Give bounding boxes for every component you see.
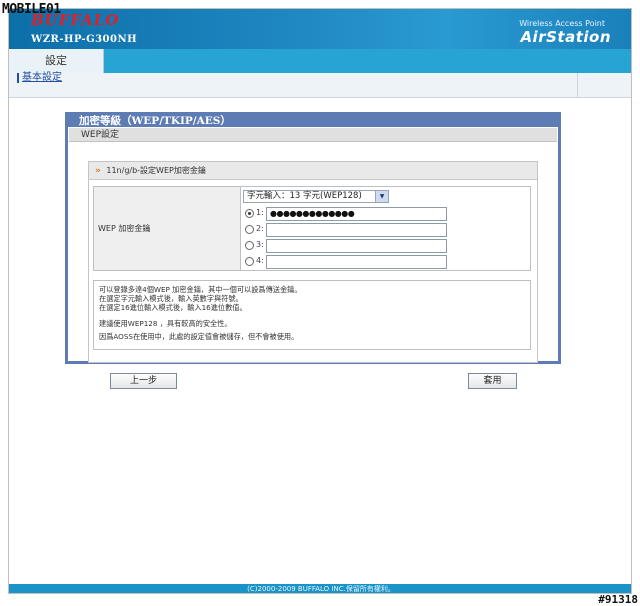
footer-copyright: (C)2000-2009 BUFFALO INC.保留所有權利。 xyxy=(9,584,631,593)
chevron-down-icon[interactable]: ▼ xyxy=(375,191,388,202)
key-3-input[interactable] xyxy=(266,239,447,253)
apply-button[interactable]: 套用 xyxy=(468,373,517,389)
product-logo: AirStation xyxy=(520,28,611,46)
note-line: 可以登錄多達4個WEP 加密金鑰，其中一個可以設爲傳送金鑰。 xyxy=(99,285,302,294)
subtab-basic-settings[interactable]: 基本設定 xyxy=(17,73,62,83)
section-title: 11n/g/b-設定WEP加密金鑰 xyxy=(106,166,206,175)
panel-body: WEP設定 » 11n/g/b-設定WEP加密金鑰 WEP 加密金鑰 字元輸入：… xyxy=(68,127,558,363)
panel-title: 加密等級（WEP/TKIP/AES） xyxy=(79,115,231,127)
browser-page: BUFFALO WZR-HP-G300NH Wireless Access Po… xyxy=(8,8,632,594)
encryption-panel: 加密等級（WEP/TKIP/AES） WEP設定 » 11n/g/b-設定WEP… xyxy=(65,112,561,364)
tab-settings[interactable]: 設定 xyxy=(9,49,104,73)
key-1-input[interactable]: ●●●●●●●●●●●●● xyxy=(266,207,447,221)
sub-tab-bar xyxy=(9,73,631,98)
watermark-logo: MOBILE01 xyxy=(2,2,61,17)
key-3-radio[interactable] xyxy=(245,241,254,250)
note-line: 在選定16進位輸入模式後，輸入16進位數值。 xyxy=(99,303,247,312)
key-2-radio[interactable] xyxy=(245,225,254,234)
wep-key-table: WEP 加密金鑰 字元輸入：13 字元(WEP128) ▼ 1: ●●●●●●●… xyxy=(93,186,531,271)
wep-settings-header: WEP設定 xyxy=(69,128,557,142)
chevron-double-right-icon: » xyxy=(95,166,101,176)
note-line: 因爲AOSS在使用中，此處的設定值會被儲存，但不會被使用。 xyxy=(99,332,299,341)
key-4-input[interactable] xyxy=(266,255,447,269)
key-4-label: 4: xyxy=(256,256,264,265)
key-2-label: 2: xyxy=(256,224,264,233)
header-banner: BUFFALO WZR-HP-G300NH Wireless Access Po… xyxy=(9,9,631,49)
wep-key-section: » 11n/g/b-設定WEP加密金鑰 WEP 加密金鑰 字元輸入：13 字元(… xyxy=(88,161,538,363)
back-button[interactable]: 上一步 xyxy=(110,373,177,389)
key-1-label: 1: xyxy=(256,208,264,217)
input-type-select[interactable]: 字元輸入：13 字元(WEP128) ▼ xyxy=(243,190,389,203)
product-subtitle: Wireless Access Point xyxy=(519,19,605,28)
input-type-value: 字元輸入：13 字元(WEP128) xyxy=(247,191,362,201)
watermark-id: #91318 xyxy=(598,593,638,606)
key-1-radio[interactable] xyxy=(245,209,254,218)
note-line: 在選定字元輸入模式後，輸入英數字與符號。 xyxy=(99,294,243,303)
model-name: WZR-HP-G300NH xyxy=(31,34,138,45)
key-3-label: 3: xyxy=(256,240,264,249)
wep-key-label: WEP 加密金鑰 xyxy=(94,187,241,270)
subbar-divider xyxy=(577,73,578,97)
note-line: 建議使用WEP128 ，具有較高的安全性。 xyxy=(99,319,232,328)
key-2-input[interactable] xyxy=(266,223,447,237)
key-4-radio[interactable] xyxy=(245,257,254,266)
section-header: » 11n/g/b-設定WEP加密金鑰 xyxy=(89,162,537,180)
help-notes: 可以登錄多達4個WEP 加密金鑰，其中一個可以設爲傳送金鑰。 在選定字元輸入模式… xyxy=(93,280,531,350)
